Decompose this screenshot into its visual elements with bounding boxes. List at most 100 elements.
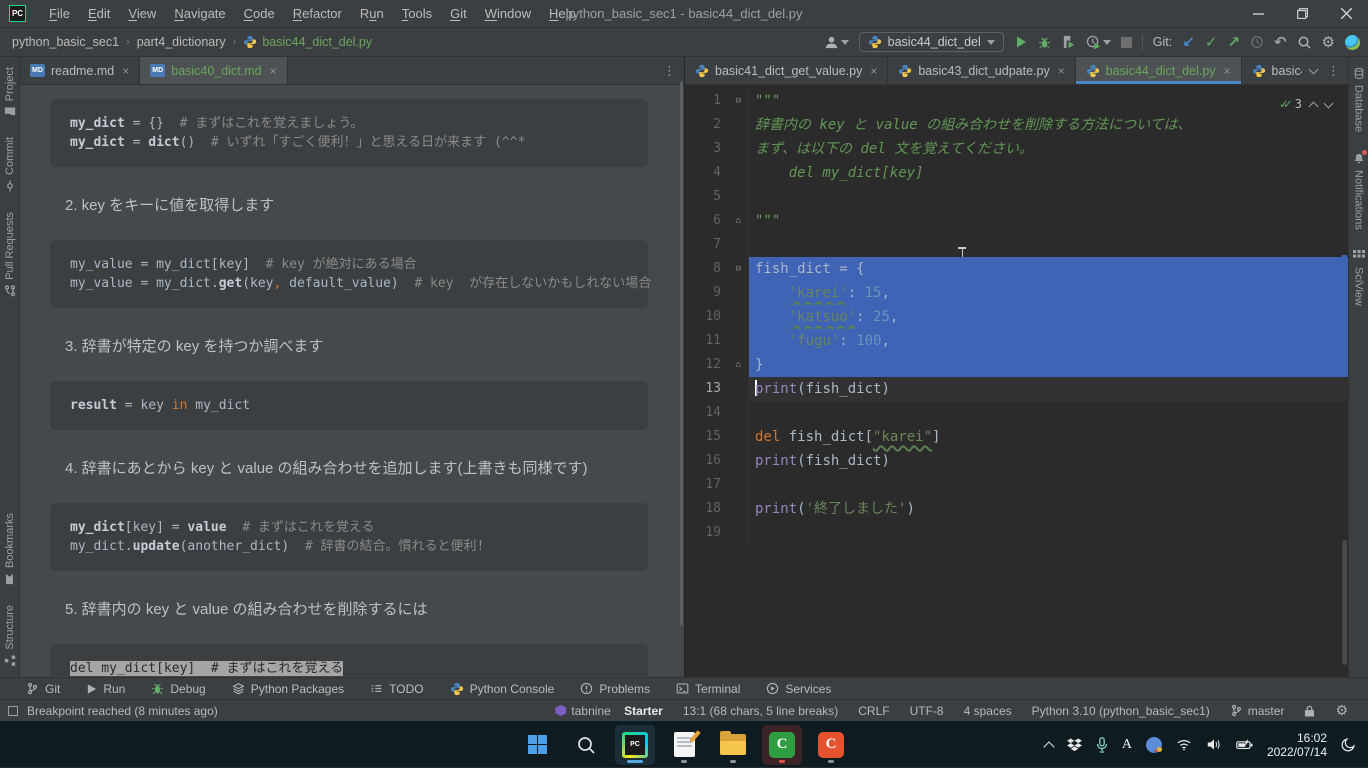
tool-window-button-python-console[interactable]: Python Console — [450, 682, 555, 696]
tool-window-button-run[interactable]: Run — [86, 682, 125, 696]
tool-window-button-todo[interactable]: TODO — [370, 682, 423, 696]
git-update-icon[interactable]: ↙ — [1182, 33, 1195, 51]
tool-window-button-python-packages[interactable]: Python Packages — [232, 682, 344, 696]
tray-expand-icon[interactable] — [1043, 741, 1054, 752]
tool-window-button-problems[interactable]: Problems — [580, 682, 650, 696]
notifications-gear-icon[interactable]: ⚙ — [1325, 702, 1358, 719]
git-branch-widget[interactable]: master — [1220, 704, 1295, 718]
night-light-icon[interactable] — [1341, 737, 1356, 752]
tool-stripe-notifications[interactable]: Notifications — [1353, 142, 1365, 240]
tool-stripe-bookmarks[interactable]: Bookmarks — [4, 503, 16, 595]
tab-close-icon[interactable]: × — [1224, 64, 1231, 78]
code-line-1[interactable]: 1⊟""" — [685, 89, 1348, 113]
menu-window[interactable]: Window — [476, 6, 540, 21]
volume-icon[interactable] — [1206, 738, 1222, 751]
breadcrumb-item[interactable]: part4_dictionary — [137, 35, 226, 49]
line-separator[interactable]: CRLF — [848, 704, 899, 718]
markdown-preview[interactable]: my_dict = {} # まずはこれを覚えましょう。my_dict = di… — [20, 85, 684, 676]
breadcrumb-item[interactable]: basic44_dict_del.py — [243, 35, 372, 49]
code-line-7[interactable]: 7 — [685, 233, 1348, 257]
menu-edit[interactable]: Edit — [79, 6, 119, 21]
tab-list-chevron-icon[interactable] — [1309, 64, 1319, 74]
tool-window-button-debug[interactable]: Debug — [151, 682, 205, 696]
code-line-5[interactable]: 5 — [685, 185, 1348, 209]
maximize-button[interactable] — [1280, 0, 1324, 27]
code-line-15[interactable]: 15del fish_dict["karei"] — [685, 425, 1348, 449]
caret-position[interactable]: 13:1 (68 chars, 5 line breaks) — [673, 704, 848, 718]
code-line-6[interactable]: 6⌂""" — [685, 209, 1348, 233]
rollback-icon[interactable]: ↶ — [1274, 33, 1287, 51]
layout-widget-icon[interactable] — [8, 706, 18, 716]
git-commit-check-icon[interactable]: ✓ — [1205, 33, 1218, 51]
breadcrumb[interactable]: python_basic_sec1›part4_dictionary›basic… — [12, 35, 372, 49]
tab-basic42_dict_get_v[interactable]: basic42_dict_get_v — [1242, 57, 1302, 84]
tool-window-button-terminal[interactable]: Terminal — [676, 682, 740, 696]
code-line-10[interactable]: 10 'katsuo': 25, — [685, 305, 1348, 329]
history-icon[interactable] — [1250, 35, 1264, 49]
tab-basic43_dict_udpate.py[interactable]: basic43_dict_udpate.py× — [888, 57, 1075, 84]
indent-style[interactable]: 4 spaces — [954, 704, 1022, 718]
stop-button[interactable] — [1121, 37, 1132, 48]
wifi-icon[interactable] — [1176, 738, 1192, 751]
tool-stripe-pull-requests[interactable]: Pull Requests — [4, 202, 16, 307]
run-configuration-select[interactable]: basic44_dict_del — [859, 32, 1004, 52]
code-line-16[interactable]: 16print(fish_dict) — [685, 449, 1348, 473]
tab-basic41_dict_get_value.py[interactable]: basic41_dict_get_value.py× — [685, 57, 888, 84]
code-line-19[interactable]: 19 — [685, 521, 1348, 545]
code-line-3[interactable]: 3まず、は以下の del 文を覚えてください。 — [685, 137, 1348, 161]
code-line-13[interactable]: 13print(fish_dict) — [685, 377, 1348, 401]
menu-code[interactable]: Code — [235, 6, 284, 21]
tab-options-kebab-icon[interactable]: ⋮ — [1327, 63, 1340, 79]
code-line-14[interactable]: 14 — [685, 401, 1348, 425]
taskbar-recorder-button[interactable]: C — [811, 725, 851, 765]
menu-refactor[interactable]: Refactor — [284, 6, 351, 21]
run-button[interactable] — [1014, 35, 1028, 49]
code-line-12[interactable]: 12⌂} — [685, 353, 1348, 377]
debug-button[interactable] — [1038, 36, 1051, 49]
tray-app-icon[interactable] — [1146, 737, 1162, 753]
tool-window-button-services[interactable]: Services — [766, 682, 831, 696]
code-line-18[interactable]: 18print('終了しました') — [685, 497, 1348, 521]
code-line-11[interactable]: 11 'fugu': 100, — [685, 329, 1348, 353]
tool-stripe-structure[interactable]: Structure — [4, 595, 16, 677]
start-button[interactable] — [517, 725, 557, 765]
settings-gear-icon[interactable]: ⚙ — [1322, 33, 1335, 51]
taskbar-camtasia-button[interactable]: C — [762, 725, 802, 765]
taskbar-search-button[interactable] — [566, 725, 606, 765]
tab-options-kebab-icon[interactable]: ⋮ — [663, 63, 676, 79]
taskbar-notepad-button[interactable] — [664, 725, 704, 765]
status-message[interactable]: Breakpoint reached (8 minutes ago) — [27, 704, 218, 718]
profiler-button[interactable] — [1086, 35, 1111, 49]
battery-icon[interactable] — [1236, 739, 1253, 751]
code-line-17[interactable]: 17 — [685, 473, 1348, 497]
code-line-4[interactable]: 4 del my_dict[key] — [685, 161, 1348, 185]
menu-git[interactable]: Git — [441, 6, 476, 21]
tool-stripe-project[interactable]: Project — [4, 57, 16, 127]
tab-readme.md[interactable]: MDreadme.md× — [20, 57, 140, 84]
tool-stripe-sciview[interactable]: SciView — [1353, 240, 1365, 316]
ime-mode-indicator[interactable]: A — [1122, 737, 1132, 753]
coverage-button[interactable] — [1061, 35, 1076, 49]
menu-file[interactable]: File — [40, 6, 79, 21]
tabnine-widget[interactable]: tabnine Starter — [545, 704, 672, 718]
tab-close-icon[interactable]: × — [270, 64, 277, 78]
tab-close-icon[interactable]: × — [122, 64, 129, 78]
plugin-icon[interactable] — [1345, 35, 1360, 50]
file-encoding[interactable]: UTF-8 — [900, 704, 954, 718]
menu-navigate[interactable]: Navigate — [165, 6, 234, 21]
microphone-icon[interactable] — [1096, 737, 1108, 753]
tool-stripe-commit[interactable]: Commit — [4, 127, 16, 202]
dropbox-icon[interactable] — [1067, 738, 1082, 752]
tab-close-icon[interactable]: × — [870, 64, 877, 78]
tool-stripe-database[interactable]: Database — [1353, 57, 1365, 142]
python-interpreter[interactable]: Python 3.10 (python_basic_sec1) — [1022, 704, 1220, 718]
profile-icon[interactable] — [824, 35, 849, 50]
taskbar-explorer-button[interactable] — [713, 725, 753, 765]
code-line-2[interactable]: 2辞書内の key と value の組み合わせを削除する方法については、 — [685, 113, 1348, 137]
taskbar-pycharm-button[interactable]: PC — [615, 725, 655, 765]
breadcrumb-item[interactable]: python_basic_sec1 — [12, 35, 119, 49]
code-editor[interactable]: ✓✓ 3 1⊟"""2辞書内の key と value の組み合わせを削除する方… — [685, 85, 1348, 676]
menu-run[interactable]: Run — [351, 6, 393, 21]
menu-tools[interactable]: Tools — [393, 6, 441, 21]
tool-window-button-git[interactable]: Git — [26, 682, 60, 696]
